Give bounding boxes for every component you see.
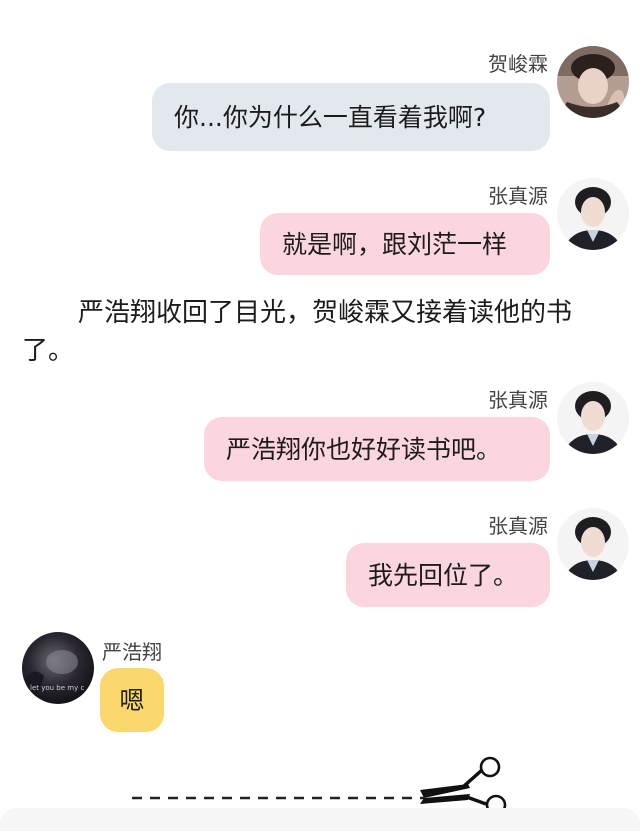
narration-text: 严浩翔收回了目光，贺峻霖又接着读他的书了。 — [22, 298, 573, 366]
sender-name: 张真源 — [488, 184, 548, 208]
avatar-image — [557, 382, 629, 454]
avatar-image — [22, 632, 94, 704]
sender-name: 贺峻霖 — [488, 52, 548, 76]
avatar-zhang-zhenyuan[interactable] — [557, 178, 629, 250]
avatar-yan-haoxiang[interactable]: let you be my c — [22, 632, 94, 704]
sender-name: 张真源 — [488, 514, 548, 538]
message-bubble: 严浩翔你也好好读书吧。 — [204, 417, 550, 481]
message-bubble: 你...你为什么一直看着我啊? — [152, 83, 550, 151]
avatar-image — [557, 46, 629, 118]
avatar-he-junlin[interactable] — [557, 46, 629, 118]
avatar-image — [557, 178, 629, 250]
avatar-caption: let you be my c — [30, 684, 85, 692]
sender-name: 严浩翔 — [102, 640, 162, 664]
avatar-image — [557, 508, 629, 580]
scissors-icon — [420, 756, 507, 814]
message-bubble: 就是啊，跟刘茫一样 — [260, 213, 550, 275]
bottom-card — [0, 808, 640, 831]
scissors-cut-line — [132, 756, 507, 814]
sender-name: 张真源 — [488, 388, 548, 412]
message-bubble: 嗯 — [100, 668, 164, 732]
avatar-zhang-zhenyuan[interactable] — [557, 508, 629, 580]
avatar-zhang-zhenyuan[interactable] — [557, 382, 629, 454]
message-bubble: 我先回位了。 — [346, 543, 550, 607]
